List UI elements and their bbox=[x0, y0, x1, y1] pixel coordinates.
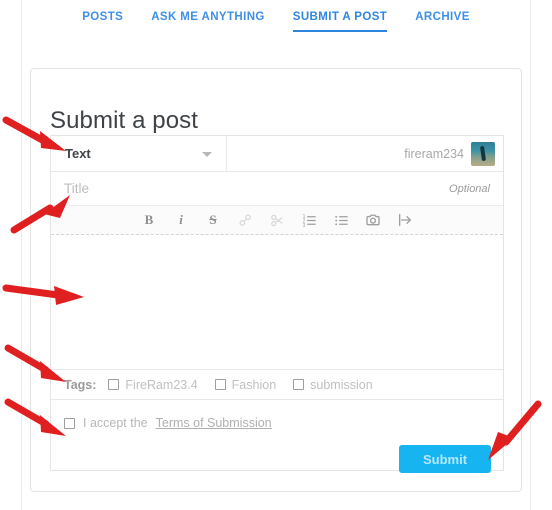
editor-body[interactable] bbox=[51, 235, 503, 370]
submit-button[interactable]: Submit bbox=[399, 445, 491, 473]
page-container-right-edge bbox=[530, 0, 531, 510]
tag-label: FireRam23.4 bbox=[125, 377, 198, 392]
page-container-left-edge bbox=[21, 0, 22, 510]
unordered-list-icon[interactable] bbox=[333, 210, 350, 230]
accept-terms-control[interactable]: I accept the Terms of Submission bbox=[64, 416, 272, 430]
post-type-row: Text fireram234 bbox=[51, 136, 503, 172]
italic-icon[interactable]: i bbox=[173, 210, 190, 230]
page-title: Submit a post bbox=[50, 107, 199, 135]
nav-tab-submit-a-post[interactable]: SUBMIT A POST bbox=[292, 11, 388, 32]
link-icon[interactable] bbox=[237, 210, 254, 230]
tag-checkbox-submission[interactable]: submission bbox=[293, 378, 373, 392]
nav-tab-ask-me-anything[interactable]: ASK ME ANYTHING bbox=[151, 11, 265, 32]
submit-post-form: Text fireram234 Optional B i S bbox=[50, 135, 504, 473]
accept-terms-checkbox-icon[interactable] bbox=[64, 417, 75, 429]
post-type-select[interactable]: Text bbox=[51, 136, 227, 171]
svg-text:3: 3 bbox=[302, 222, 305, 227]
bold-icon[interactable]: B bbox=[141, 210, 158, 230]
terms-of-submission-link[interactable]: Terms of Submission bbox=[156, 416, 272, 430]
tag-checkbox-fireram234[interactable]: FireRam23.4 bbox=[108, 377, 198, 392]
nav-tab-archive[interactable]: ARCHIVE bbox=[415, 11, 470, 32]
tag-checkbox-fashion[interactable]: Fashion bbox=[214, 377, 277, 392]
tag-label: submission bbox=[310, 377, 373, 392]
submit-post-card: Submit a post Text fireram234 Optional bbox=[30, 68, 522, 492]
avatar[interactable] bbox=[471, 141, 495, 166]
title-input[interactable] bbox=[64, 181, 450, 196]
title-row: Optional bbox=[51, 172, 503, 206]
strikethrough-icon[interactable]: S bbox=[205, 210, 222, 230]
ordered-list-icon[interactable]: 1 2 3 bbox=[301, 210, 318, 230]
main-navigation: POSTS ASK ME ANYTHING SUBMIT A POST ARCH… bbox=[0, 0, 552, 42]
optional-label: Optional bbox=[449, 182, 490, 195]
post-type-selected-label: Text bbox=[65, 146, 91, 161]
checkbox-icon[interactable] bbox=[214, 379, 226, 390]
camera-icon[interactable] bbox=[365, 210, 382, 230]
chevron-down-icon bbox=[202, 151, 212, 157]
checkbox-icon[interactable] bbox=[108, 379, 120, 390]
nav-tab-posts[interactable]: POSTS bbox=[82, 11, 123, 32]
tags-label: Tags: bbox=[64, 377, 97, 392]
editor-toolbar: B i S 1 2 3 bbox=[51, 206, 503, 235]
accept-and-submit-row: I accept the Terms of Submission Submit bbox=[51, 400, 503, 500]
page-root: POSTS ASK ME ANYTHING SUBMIT A POST ARCH… bbox=[0, 0, 552, 510]
tag-label: Fashion bbox=[231, 377, 277, 392]
user-area: fireram234 bbox=[227, 136, 503, 171]
checkbox-icon[interactable] bbox=[293, 379, 305, 390]
read-more-icon[interactable] bbox=[397, 210, 414, 230]
unlink-icon[interactable] bbox=[269, 210, 286, 230]
username-label: fireram234 bbox=[404, 146, 464, 161]
accept-terms-text: I accept the bbox=[83, 416, 148, 430]
tags-row: Tags: FireRam23.4 Fashion submission bbox=[51, 370, 503, 400]
